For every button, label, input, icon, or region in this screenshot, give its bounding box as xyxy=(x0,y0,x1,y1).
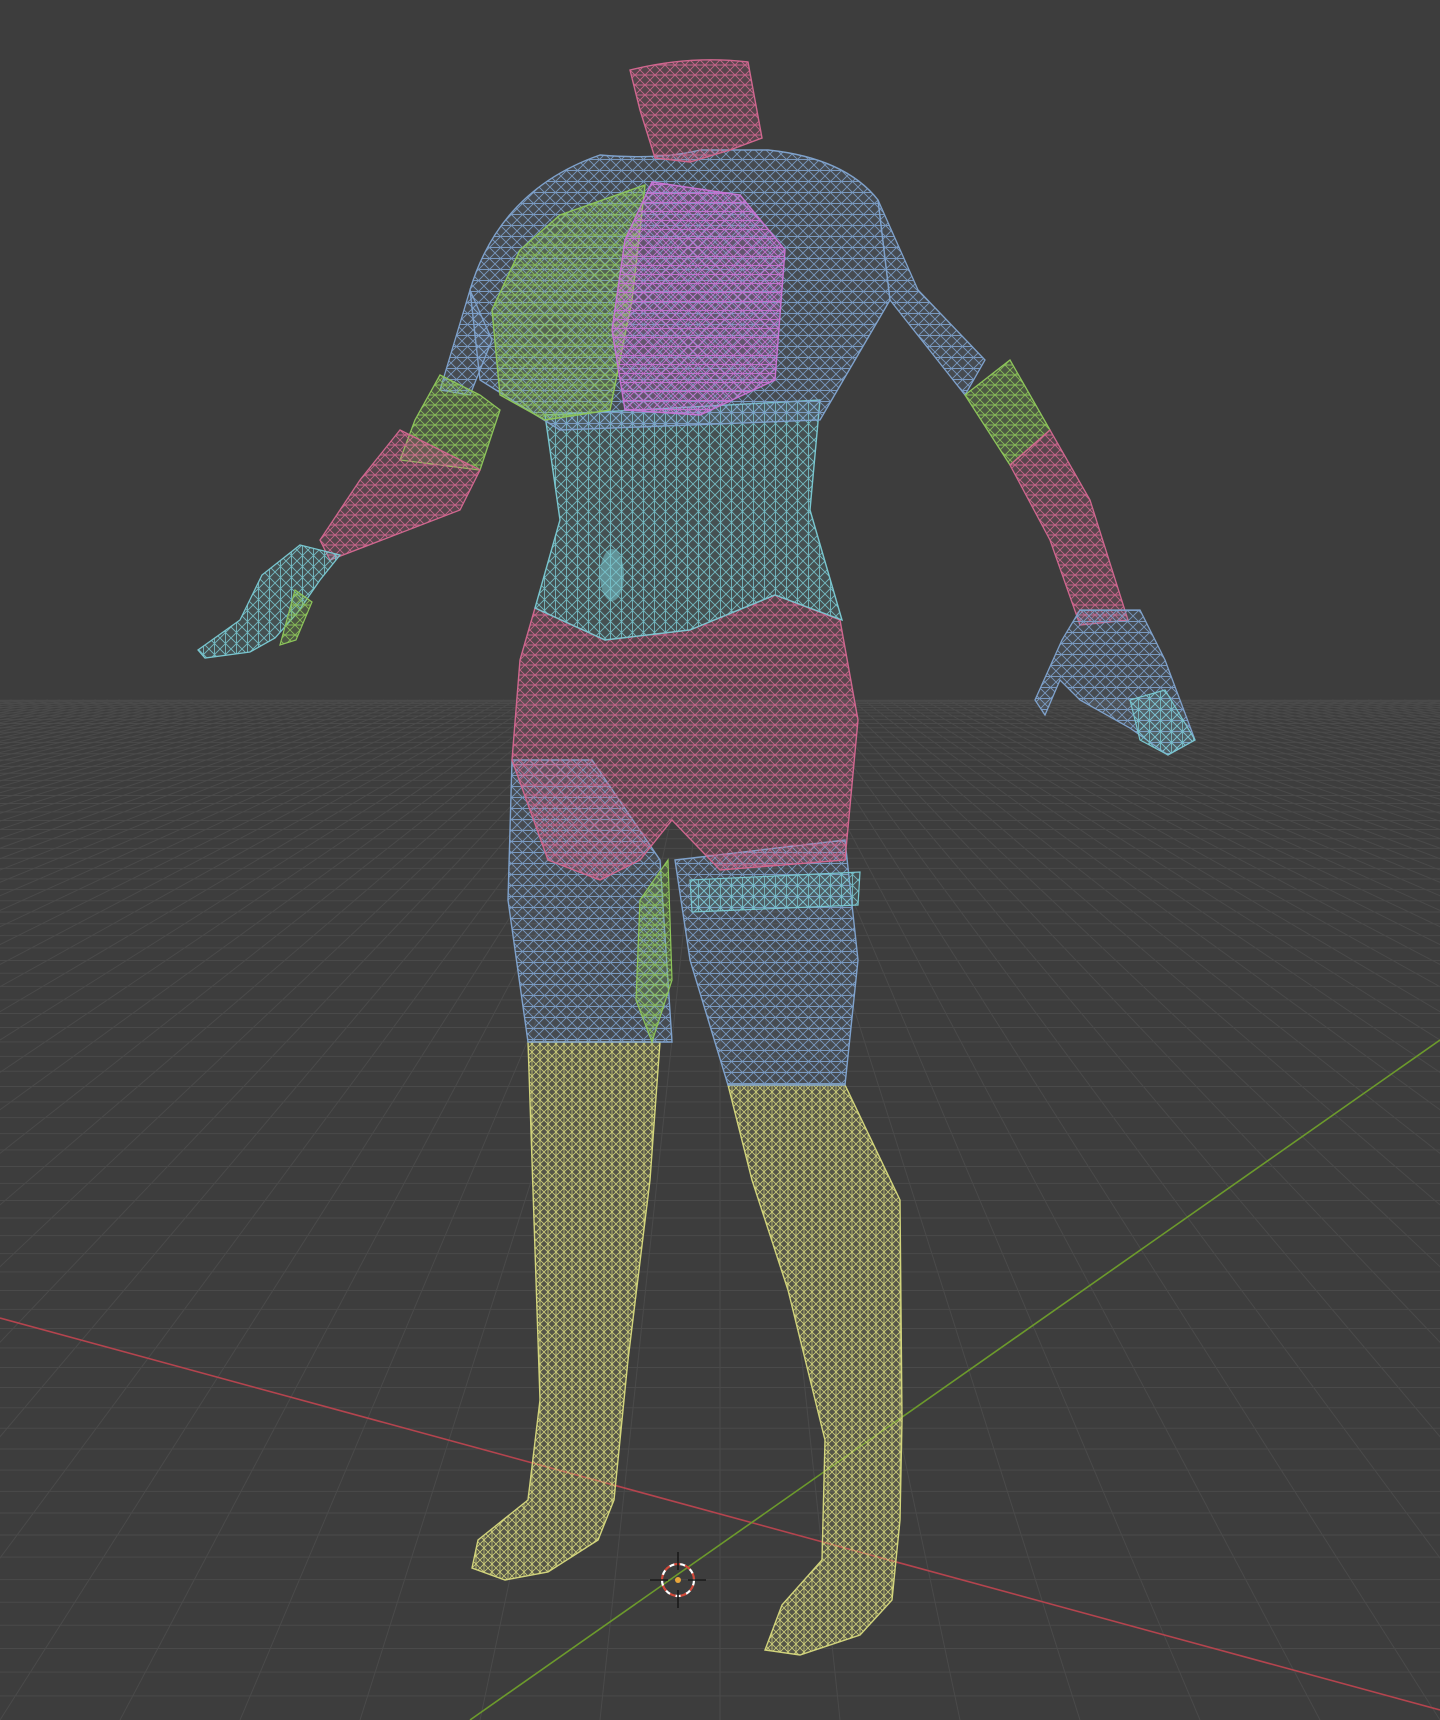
grid-line xyxy=(1307,699,1440,726)
grid-line xyxy=(1031,699,1440,849)
grid-line xyxy=(851,699,1440,1206)
grid-line xyxy=(899,699,1440,1041)
grid-line xyxy=(0,699,241,758)
grid-line xyxy=(995,699,1440,883)
right-forearm-pink-mesh[interactable] xyxy=(1009,428,1129,626)
grid-line xyxy=(0,699,169,736)
grid-line xyxy=(0,699,361,814)
3d-viewport[interactable] xyxy=(0,0,1440,1720)
grid-line xyxy=(0,699,373,822)
grid-line xyxy=(1139,699,1440,782)
grid-line xyxy=(0,699,445,883)
grid-line xyxy=(0,699,37,707)
left-hand-mesh[interactable] xyxy=(197,544,342,659)
grid-line xyxy=(1403,699,1440,707)
grid-line xyxy=(1115,699,1440,794)
grid-line xyxy=(839,699,1440,1268)
grid-line xyxy=(0,699,325,794)
grid-line xyxy=(0,699,49,709)
grid-line xyxy=(0,699,157,732)
grid-line xyxy=(935,699,1440,966)
pelvis-mesh[interactable] xyxy=(511,594,859,881)
grid-line xyxy=(0,699,133,726)
grid-line xyxy=(1199,699,1440,758)
grid-line xyxy=(0,699,61,711)
grid-line xyxy=(983,699,1440,897)
grid-line xyxy=(1091,699,1440,807)
grid-line xyxy=(1415,699,1440,705)
grid-line xyxy=(1283,699,1440,732)
grid-line xyxy=(0,699,337,800)
grid-line xyxy=(1103,699,1440,800)
grid-line xyxy=(0,699,25,705)
grid-line xyxy=(0,699,277,771)
neck-mesh[interactable] xyxy=(629,59,763,163)
grid-line xyxy=(1367,699,1440,714)
grid-line xyxy=(1235,699,1440,746)
grid-line xyxy=(1259,699,1440,739)
grid-line xyxy=(0,699,553,1073)
viewport-canvas[interactable] xyxy=(0,0,1440,1720)
left-leg-mesh[interactable] xyxy=(471,1041,661,1581)
grid-line xyxy=(887,699,1440,1073)
grid-line xyxy=(0,699,493,946)
grid-line xyxy=(1067,699,1440,822)
grid-line xyxy=(0,699,505,966)
grid-line xyxy=(1379,699,1440,711)
grid-line xyxy=(0,699,13,703)
right-leg-mesh[interactable] xyxy=(727,1084,903,1656)
grid-line xyxy=(863,699,1440,1154)
grid-line xyxy=(0,699,349,807)
grid-line xyxy=(875,699,1440,1111)
grid-line xyxy=(0,699,421,860)
grid-line xyxy=(1391,699,1440,709)
grid-line xyxy=(0,699,301,782)
grid-line xyxy=(0,699,205,746)
grid-line xyxy=(0,699,433,871)
grid-line xyxy=(1427,699,1440,703)
grid-line xyxy=(0,699,181,739)
grid-line xyxy=(0,699,193,742)
grid-line xyxy=(0,699,265,767)
grid-line xyxy=(1247,699,1440,742)
grid-line xyxy=(1079,699,1440,814)
grid-line xyxy=(0,699,457,897)
grid-line xyxy=(0,699,541,1041)
grid-line xyxy=(1271,699,1440,736)
right-upper-arm-mesh[interactable] xyxy=(877,199,986,397)
grid-line xyxy=(1175,699,1440,767)
grid-line xyxy=(947,699,1440,946)
grid-line xyxy=(0,699,73,714)
navel-mesh xyxy=(600,549,624,601)
grid-line xyxy=(0,699,409,849)
grid-line xyxy=(1019,699,1440,860)
grid-line xyxy=(815,699,1440,1438)
grid-line xyxy=(1007,699,1440,871)
grid-line xyxy=(1163,699,1440,771)
grid-line xyxy=(0,699,529,1013)
grid-line xyxy=(911,699,1440,1013)
grid-line xyxy=(1211,699,1440,754)
grid-line xyxy=(0,699,229,754)
grid-line xyxy=(827,699,1440,1343)
